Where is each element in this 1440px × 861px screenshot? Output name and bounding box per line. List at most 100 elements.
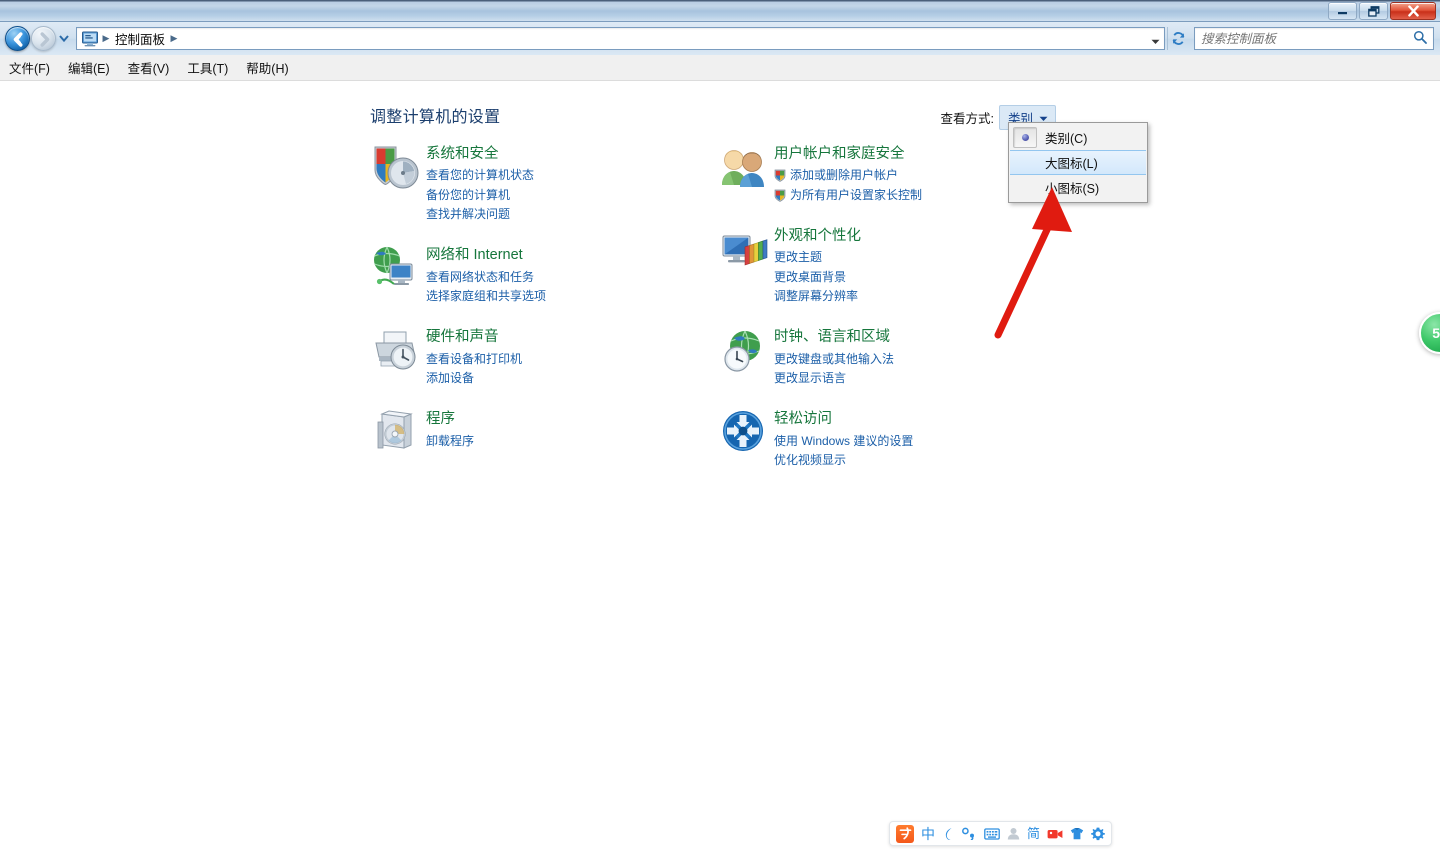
breadcrumb-separator-icon: ▶ — [102, 33, 110, 43]
radio-empty-icon — [1013, 152, 1037, 173]
category-clock-language-and-region: 时钟、语言和区域 更改键盘或其他输入法 更改显示语言 — [718, 326, 1018, 388]
uac-shield-icon — [774, 169, 786, 183]
view-option-label: 大图标(L) — [1045, 157, 1098, 171]
category-title[interactable]: 时钟、语言和区域 — [774, 328, 894, 346]
screen-recorder-icon[interactable] — [1047, 828, 1063, 840]
breadcrumb-address-input[interactable]: ▶ 控制面板 ▶ — [76, 27, 1165, 50]
category-title[interactable]: 用户帐户和家庭安全 — [774, 145, 922, 163]
category-user-accounts-and-family-safety: 用户帐户和家庭安全 添加或删除用户帐户 为所有用户设置家长控制 — [718, 143, 1018, 205]
category-appearance-and-personalization: 外观和个性化 更改主题 更改桌面背景 调整屏幕分辨率 — [718, 225, 1018, 306]
category-system-and-security: 系统和安全 查看您的计算机状态 备份您的计算机 查找并解决问题 — [370, 143, 670, 224]
menu-view[interactable]: 查看(V) — [119, 55, 179, 80]
view-option-small-icons[interactable]: 小图标(S) — [1009, 175, 1147, 200]
settings-gear-icon[interactable] — [1091, 827, 1105, 841]
category-link[interactable]: 选择家庭组和共享选项 — [426, 287, 546, 306]
category-link[interactable]: 备份您的计算机 — [426, 186, 534, 205]
category-programs: 程序 卸载程序 — [370, 408, 670, 462]
punctuation-icon[interactable] — [962, 827, 977, 840]
category-column-right: 用户帐户和家庭安全 添加或删除用户帐户 为所有用户设置家长控制 外观和个性化 更… — [718, 143, 1018, 490]
category-link[interactable]: 查看设备和打印机 — [426, 350, 522, 369]
category-link[interactable]: 添加或删除用户帐户 — [774, 166, 922, 185]
category-title[interactable]: 轻松访问 — [774, 410, 913, 428]
search-input[interactable] — [1195, 29, 1413, 48]
recent-pages-chevron-icon[interactable] — [56, 26, 72, 51]
view-option-large-icons[interactable]: 大图标(L) — [1010, 150, 1146, 175]
skin-shirt-icon[interactable] — [1070, 827, 1084, 840]
appearance-monitor-icon — [718, 225, 774, 279]
category-ease-of-access: 轻松访问 使用 Windows 建议的设置 优化视频显示 — [718, 408, 1018, 470]
chinese-mode-icon[interactable]: 中 — [921, 827, 935, 841]
category-link[interactable]: 调整屏幕分辨率 — [774, 287, 861, 306]
menu-file[interactable]: 文件(F) — [0, 55, 59, 80]
link-label: 添加或删除用户帐户 — [790, 168, 899, 183]
user-accounts-icon — [718, 143, 774, 197]
window-titlebar — [0, 0, 1440, 22]
category-title[interactable]: 硬件和声音 — [426, 328, 522, 346]
back-button[interactable] — [5, 26, 30, 51]
address-bar: ▶ 控制面板 ▶ — [0, 22, 1440, 55]
link-label: 优化视频显示 — [774, 453, 847, 467]
view-option-label: 小图标(S) — [1045, 182, 1100, 196]
category-link[interactable]: 更改主题 — [774, 248, 861, 267]
category-link[interactable]: 为所有用户设置家长控制 — [774, 186, 922, 205]
link-label: 查找并解决问题 — [426, 207, 511, 221]
network-globe-icon — [370, 244, 426, 298]
content-area: 调整计算机的设置 查看方式: 类别 类别(C) 大图标(L) 小图标(S) 系统… — [0, 81, 1440, 861]
ime-toolbar: 中 简 — [889, 821, 1113, 846]
link-label: 为所有用户设置家长控制 — [790, 187, 923, 202]
moon-icon[interactable] — [942, 827, 955, 841]
link-label: 卸载程序 — [426, 433, 475, 448]
category-link[interactable]: 添加设备 — [426, 369, 522, 388]
clock-region-icon — [718, 326, 774, 380]
category-column-left: 系统和安全 查看您的计算机状态 备份您的计算机 查找并解决问题 网络和 Inte… — [370, 143, 670, 482]
menu-help[interactable]: 帮助(H) — [237, 55, 297, 80]
link-label: 查看设备和打印机 — [426, 351, 523, 366]
menu-tools[interactable]: 工具(T) — [178, 55, 237, 80]
link-label: 查看网络状态和任务 — [426, 269, 535, 284]
view-by-dropdown-menu: 类别(C) 大图标(L) 小图标(S) — [1008, 122, 1148, 203]
category-hardware-and-sound: 硬件和声音 查看设备和打印机 添加设备 — [370, 326, 670, 388]
breadcrumb-separator-icon[interactable]: ▶ — [167, 33, 181, 44]
minimize-button[interactable] — [1328, 2, 1357, 20]
simplified-mode-icon[interactable]: 简 — [1027, 827, 1040, 840]
link-label: 使用 Windows 建议的设置 — [774, 433, 914, 448]
soft-keyboard-icon[interactable] — [984, 827, 1000, 840]
category-title[interactable]: 系统和安全 — [426, 145, 534, 163]
uac-shield-icon — [774, 189, 786, 202]
link-label: 备份您的计算机 — [426, 187, 511, 202]
user-icon[interactable] — [1007, 827, 1020, 840]
category-link[interactable]: 更改键盘或其他输入法 — [774, 350, 894, 369]
search-icon[interactable] — [1413, 30, 1427, 47]
link-label: 查看您的计算机状态 — [426, 168, 535, 183]
window-controls — [1328, 2, 1436, 20]
link-label: 更改键盘或其他输入法 — [774, 351, 895, 366]
category-link[interactable]: 查看您的计算机状态 — [426, 166, 534, 185]
view-by-label: 查看方式: — [940, 112, 994, 126]
category-link[interactable]: 查看网络状态和任务 — [426, 268, 546, 287]
category-title[interactable]: 外观和个性化 — [774, 227, 861, 245]
menu-bar: 文件(F) 编辑(E) 查看(V) 工具(T) 帮助(H) — [0, 55, 1440, 81]
category-title[interactable]: 程序 — [426, 410, 474, 428]
category-link[interactable]: 使用 Windows 建议的设置 — [774, 432, 913, 451]
category-network-and-internet: 网络和 Internet 查看网络状态和任务 选择家庭组和共享选项 — [370, 244, 670, 306]
category-link[interactable]: 查找并解决问题 — [426, 205, 534, 224]
link-label: 更改显示语言 — [774, 371, 847, 385]
address-dropdown-icon[interactable] — [1151, 34, 1160, 48]
category-link[interactable]: 卸载程序 — [426, 432, 474, 451]
menu-edit[interactable]: 编辑(E) — [59, 55, 119, 80]
link-label: 更改桌面背景 — [774, 269, 847, 284]
category-link[interactable]: 优化视频显示 — [774, 451, 913, 470]
view-option-category[interactable]: 类别(C) — [1009, 125, 1147, 150]
category-link[interactable]: 更改显示语言 — [774, 369, 894, 388]
category-link[interactable]: 更改桌面背景 — [774, 268, 861, 287]
category-title[interactable]: 网络和 Internet — [426, 246, 546, 264]
maximize-restore-button[interactable] — [1359, 2, 1388, 20]
control-panel-icon — [81, 31, 99, 47]
sogou-logo-icon[interactable] — [896, 824, 914, 843]
search-box[interactable] — [1194, 27, 1434, 50]
forward-button[interactable] — [31, 26, 56, 51]
close-button[interactable] — [1390, 2, 1436, 20]
breadcrumb-item-control-panel[interactable]: 控制面板 — [113, 29, 167, 48]
link-label: 调整屏幕分辨率 — [774, 289, 859, 303]
refresh-button[interactable] — [1167, 27, 1189, 50]
